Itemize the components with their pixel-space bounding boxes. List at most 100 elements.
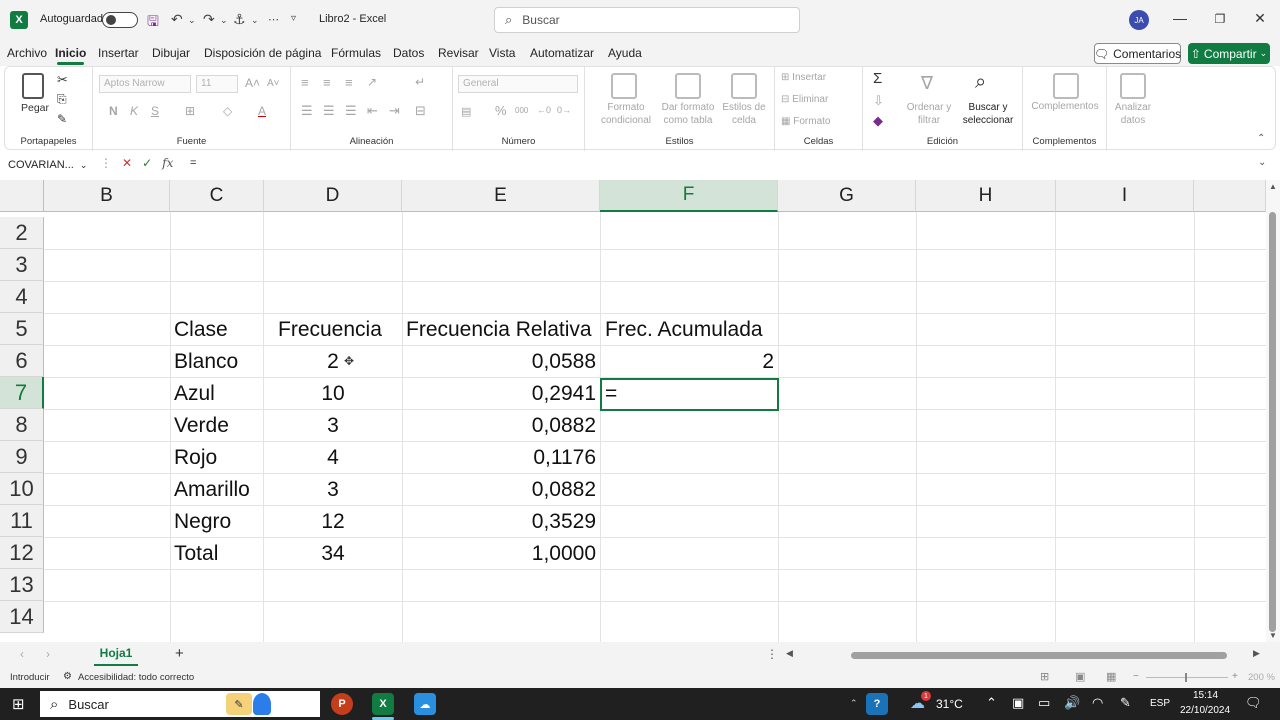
save-icon[interactable]: 🖫 <box>147 11 159 35</box>
analyze-icon[interactable] <box>1120 73 1146 99</box>
temperature[interactable]: 31°C <box>936 697 963 711</box>
row-header-2[interactable]: 2 <box>0 217 44 249</box>
task-view-icon[interactable]: ⮽ <box>289 693 311 715</box>
underline-button[interactable]: S <box>151 104 159 118</box>
select-all-corner[interactable] <box>0 180 44 212</box>
cell-e8[interactable]: 0,0882 <box>402 410 600 442</box>
cell-styles-icon[interactable] <box>731 73 757 99</box>
cell-c9[interactable]: Rojo <box>170 442 221 474</box>
decrease-decimal-icon[interactable]: 0→ <box>557 105 571 115</box>
battery-icon[interactable]: ▭ <box>1038 695 1050 711</box>
tab-archivo[interactable]: Archivo <box>7 46 47 60</box>
cell-d11[interactable]: 12 <box>264 506 402 538</box>
cell-c12[interactable]: Total <box>170 538 222 570</box>
wifi-icon[interactable]: ◠ <box>1092 695 1103 711</box>
undo-dropdown-icon[interactable]: ⌄ <box>188 15 196 26</box>
row-header-8[interactable]: 8 <box>0 409 44 441</box>
delete-cells-button[interactable]: ⊟ Eliminar <box>781 94 828 105</box>
normal-view-icon[interactable]: ⊞ <box>1040 670 1049 683</box>
font-size-select[interactable]: 11 <box>196 75 238 93</box>
app-icon[interactable] <box>253 693 271 715</box>
insert-cells-button[interactable]: ⊞ Insertar <box>781 72 826 83</box>
row-header-14[interactable]: 14 <box>0 601 44 633</box>
vertical-scroll-thumb[interactable] <box>1269 212 1276 632</box>
tab-inicio[interactable]: Inicio <box>55 46 86 65</box>
align-middle-icon[interactable]: ≡ <box>323 75 331 90</box>
prev-sheet-icon[interactable]: ‹ <box>20 647 24 661</box>
spreadsheet-grid[interactable]: B C D E F G H I 2 3 4 5 6 7 8 9 10 11 12… <box>0 180 1266 642</box>
italic-button[interactable]: K <box>130 104 138 118</box>
column-header-i[interactable]: I <box>1056 180 1194 212</box>
increase-decimal-icon[interactable]: ←0 <box>537 105 551 115</box>
format-table-button[interactable]: Dar formato como tabla <box>657 101 719 127</box>
redo-dropdown-icon[interactable]: ⌄ <box>220 15 228 26</box>
column-header-g[interactable]: G <box>778 180 916 212</box>
sort-filter-button[interactable]: Ordenar y filtrar <box>903 101 955 127</box>
autosum-icon[interactable]: Σ <box>873 70 882 87</box>
format-painter-qat-icon[interactable]: ⚓ <box>233 11 246 28</box>
cell-e5[interactable]: Frecuencia Relativa <box>402 314 596 346</box>
tray-app-icon[interactable]: ▣ <box>1012 695 1024 711</box>
analyze-data-button[interactable]: Analizar datos <box>1109 101 1157 127</box>
cut-icon[interactable]: ✂ <box>57 72 68 88</box>
align-right-icon[interactable]: ☰ <box>345 103 357 119</box>
row-header-3[interactable]: 3 <box>0 249 44 281</box>
scroll-up-icon[interactable]: ▲ <box>1269 182 1277 191</box>
zoom-out-icon[interactable]: − <box>1133 671 1139 682</box>
percent-icon[interactable]: % <box>495 103 507 118</box>
decrease-indent-icon[interactable]: ⇤ <box>367 103 378 119</box>
cell-e10[interactable]: 0,0882 <box>402 474 600 506</box>
wrap-text-icon[interactable]: ↵ <box>415 75 425 89</box>
merge-center-icon[interactable]: ⊟ <box>415 103 426 119</box>
row-header-13[interactable]: 13 <box>0 569 44 601</box>
sheet-tab-hoja1[interactable]: Hoja1 <box>94 642 138 666</box>
row-header-6[interactable]: 6 <box>0 345 44 377</box>
page-layout-icon[interactable]: ▣ <box>1075 670 1085 683</box>
column-header-h[interactable]: H <box>916 180 1056 212</box>
cell-c8[interactable]: Verde <box>170 410 233 442</box>
number-format-select[interactable]: General <box>458 75 578 93</box>
redo-icon[interactable]: ↷ <box>203 11 215 28</box>
column-header-j[interactable] <box>1194 180 1266 212</box>
formula-input[interactable]: = <box>190 157 196 169</box>
conditional-format-button[interactable]: Formato condicional <box>591 101 661 127</box>
cell-c7[interactable]: Azul <box>170 378 219 410</box>
tab-ayuda[interactable]: Ayuda <box>608 46 642 60</box>
tab-dibujar[interactable]: Dibujar <box>152 46 190 60</box>
comments-button[interactable]: 🗨 Comentarios <box>1094 43 1181 64</box>
cell-styles-button[interactable]: Estilos de celda <box>719 101 769 127</box>
cell-e11[interactable]: 0,3529 <box>402 506 600 538</box>
align-center-icon[interactable]: ☰ <box>323 103 335 119</box>
qat-dropdown-icon[interactable]: ⌄ <box>251 15 259 26</box>
addins-button[interactable]: Complementos <box>1023 101 1107 112</box>
add-sheet-button[interactable]: + <box>175 645 184 662</box>
share-button[interactable]: ⇧ Compartir ⌄ <box>1188 43 1270 64</box>
scroll-left-icon[interactable]: ◀ <box>786 648 793 659</box>
collapse-ribbon-icon[interactable]: ⌃ <box>1257 133 1265 144</box>
page-break-icon[interactable]: ▦ <box>1106 670 1116 683</box>
column-header-c[interactable]: C <box>170 180 264 212</box>
align-bottom-icon[interactable]: ≡ <box>345 75 353 90</box>
close-icon[interactable]: ✕ <box>1250 10 1270 27</box>
accessibility-icon[interactable]: ⚙ <box>63 671 72 682</box>
expand-formula-icon[interactable]: ⌄ <box>1258 157 1266 168</box>
align-top-icon[interactable]: ≡ <box>301 75 309 90</box>
font-color-icon[interactable]: A <box>258 104 266 118</box>
paste-icon[interactable] <box>22 73 44 99</box>
autosave-toggle[interactable] <box>102 12 138 28</box>
tab-automatizar[interactable]: Automatizar <box>530 46 594 60</box>
find-icon[interactable]: ⌕ <box>975 71 986 94</box>
tab-datos[interactable]: Datos <box>393 46 424 60</box>
undo-icon[interactable]: ↶ <box>171 11 183 28</box>
clock-time[interactable]: 15:14 <box>1193 690 1218 701</box>
scroll-down-icon[interactable]: ▼ <box>1269 631 1277 640</box>
cell-c10[interactable]: Amarillo <box>170 474 254 506</box>
restore-icon[interactable]: ❐ <box>1210 12 1230 26</box>
tab-formulas[interactable]: Fórmulas <box>331 46 381 60</box>
clock-date[interactable]: 22/10/2024 <box>1180 705 1230 716</box>
addins-icon[interactable] <box>1053 73 1079 99</box>
cell-c5[interactable]: Clase <box>170 314 232 346</box>
language-indicator[interactable]: ESP <box>1150 698 1170 709</box>
tab-vista[interactable]: Vista <box>489 46 515 60</box>
column-header-e[interactable]: E <box>402 180 600 212</box>
